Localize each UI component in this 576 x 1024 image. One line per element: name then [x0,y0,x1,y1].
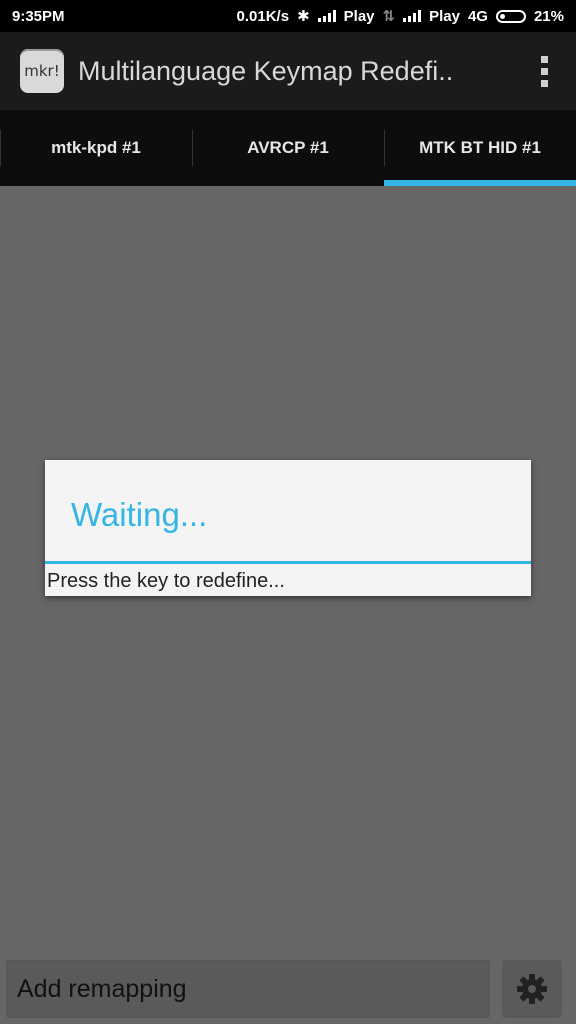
add-remapping-label: Add remapping [17,974,187,1003]
tab-bar: mtk-kpd #1 AVRCP #1 MTK BT HID #1 [0,110,576,186]
tab-label: mtk-kpd #1 [51,138,141,157]
status-right: 0.01K/s ✱ Play ⇅ Play 4G 21% [236,7,564,26]
overflow-menu-icon[interactable] [533,50,556,93]
app-icon-label: mkr! [24,62,60,80]
network-speed: 0.01K/s [236,7,290,25]
tab-separator [0,130,1,166]
battery-percent: 21% [533,7,564,25]
action-bar: mkr! Multilanguage Keymap Redefi.. [0,32,576,110]
network-type: 4G [467,7,488,25]
tab-separator [192,130,193,166]
add-remapping-button[interactable]: Add remapping [6,960,490,1018]
status-bar: 9:35PM 0.01K/s ✱ Play ⇅ Play 4G 21% [0,0,576,32]
signal-icon-2 [403,10,422,22]
signal-icon [317,10,336,22]
tab-label: MTK BT HID #1 [419,138,541,157]
status-time: 9:35PM [12,7,65,25]
app-icon[interactable]: mkr! [20,49,64,93]
bottom-bar: Add remapping [0,956,576,1024]
battery-icon [495,9,526,23]
settings-button[interactable] [502,960,562,1018]
tab-mtk-bt-hid[interactable]: MTK BT HID #1 [384,110,576,186]
data-activity-icon: ⇅ [382,8,396,25]
tab-label: AVRCP #1 [247,138,329,157]
tab-mtk-kpd[interactable]: mtk-kpd #1 [0,110,192,186]
dialog-message: Press the key to redefine... [47,570,285,592]
carrier-2: Play [429,7,460,25]
gear-icon [517,974,547,1004]
dialog-divider [45,561,531,564]
dialog-title: Waiting... [71,496,208,533]
waiting-dialog: Waiting... Press the key to redefine... [45,460,531,596]
carrier-1: Play [343,7,375,25]
bluetooth-icon: ✱ [297,8,310,25]
tab-avrcp[interactable]: AVRCP #1 [192,110,384,186]
app-title: Multilanguage Keymap Redefi.. [78,55,454,86]
tab-separator [384,130,385,166]
